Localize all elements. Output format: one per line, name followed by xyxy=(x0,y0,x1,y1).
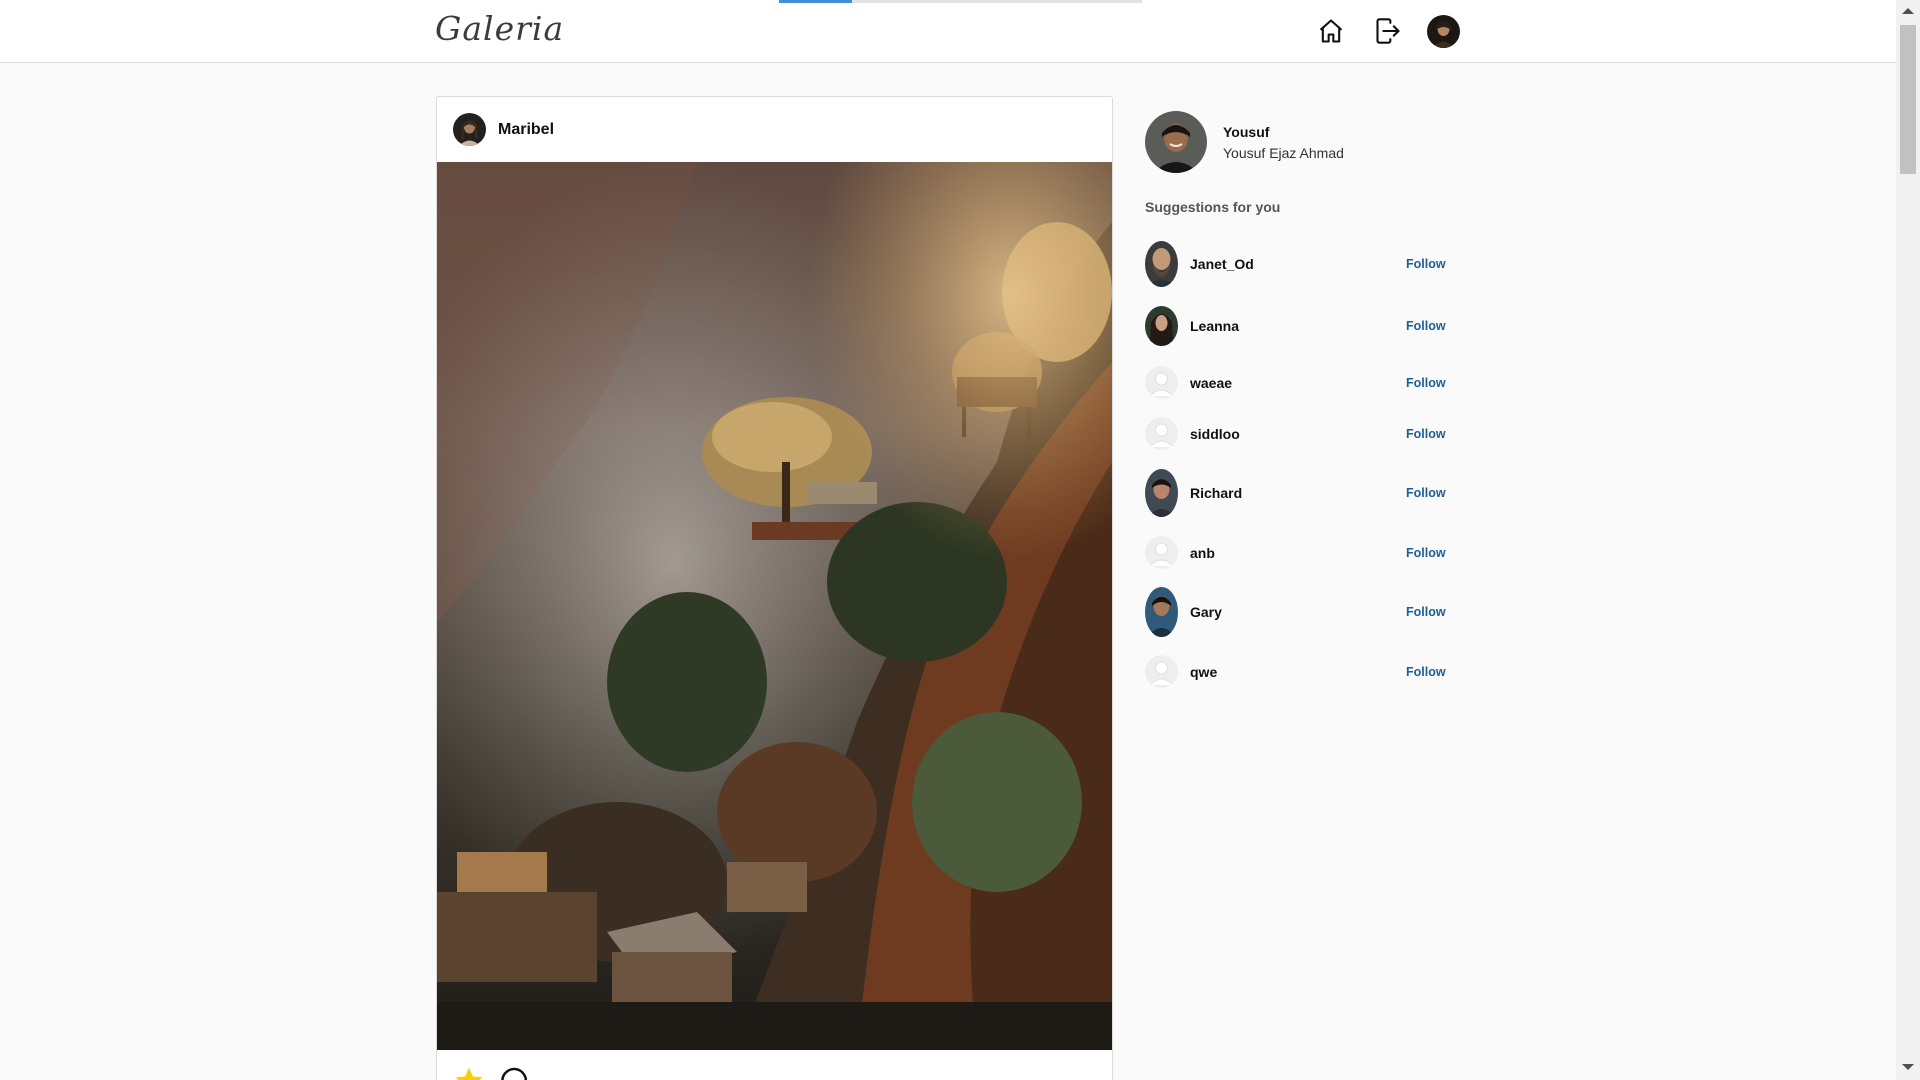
loading-progress-fill xyxy=(779,0,852,3)
post-card: Maribel xyxy=(436,96,1113,1080)
home-icon[interactable] xyxy=(1315,15,1347,47)
suggestion-username[interactable]: qwe xyxy=(1190,664,1217,680)
scroll-up-arrow-icon[interactable] xyxy=(1902,8,1914,14)
suggestion-avatar[interactable] xyxy=(1145,306,1178,346)
suggestion-row: Janet_Od Follow xyxy=(1145,241,1446,287)
post-header: Maribel xyxy=(437,97,1112,162)
scrollbar-thumb[interactable] xyxy=(1900,25,1916,174)
suggestion-username[interactable]: anb xyxy=(1190,545,1215,561)
follow-button[interactable]: Follow xyxy=(1406,486,1446,500)
default-avatar-icon[interactable] xyxy=(1145,655,1178,688)
star-icon[interactable] xyxy=(453,1065,485,1080)
suggestion-username[interactable]: siddloo xyxy=(1190,426,1240,442)
user-avatar[interactable] xyxy=(1427,15,1460,48)
follow-button[interactable]: Follow xyxy=(1406,546,1446,560)
post-actions xyxy=(453,1065,531,1080)
post-author-name[interactable]: Maribel xyxy=(498,121,554,139)
suggestion-username[interactable]: waeae xyxy=(1190,375,1232,391)
suggestion-avatar[interactable] xyxy=(1145,587,1178,637)
suggestion-avatar[interactable] xyxy=(1145,469,1178,517)
suggestions-heading: Suggestions for you xyxy=(1145,199,1281,215)
post-author-avatar[interactable] xyxy=(453,113,486,146)
suggestion-row: Leanna Follow xyxy=(1145,306,1446,346)
current-user-card: Yousuf Yousuf Ejaz Ahmad xyxy=(1145,111,1344,173)
suggestion-avatar[interactable] xyxy=(1145,241,1178,287)
loading-progress-bar xyxy=(779,0,1142,3)
top-navbar: Galeria xyxy=(0,0,1896,63)
default-avatar-icon[interactable] xyxy=(1145,536,1178,569)
default-avatar-icon[interactable] xyxy=(1145,366,1178,399)
follow-button[interactable]: Follow xyxy=(1406,319,1446,333)
current-user-fullname: Yousuf Ejaz Ahmad xyxy=(1223,144,1344,161)
suggestion-row: waeae Follow xyxy=(1145,366,1446,399)
suggestion-username[interactable]: Gary xyxy=(1190,604,1222,620)
suggestion-username[interactable]: Richard xyxy=(1190,485,1242,501)
suggestion-username[interactable]: Janet_Od xyxy=(1190,256,1254,272)
follow-button[interactable]: Follow xyxy=(1406,605,1446,619)
follow-button[interactable]: Follow xyxy=(1406,427,1446,441)
suggestion-row: anb Follow xyxy=(1145,536,1446,569)
post-image[interactable] xyxy=(437,162,1112,1050)
default-avatar-icon[interactable] xyxy=(1145,417,1178,450)
comment-icon[interactable] xyxy=(499,1065,531,1080)
suggestion-row: Richard Follow xyxy=(1145,469,1446,517)
suggestion-row: qwe Follow xyxy=(1145,655,1446,688)
suggestion-row: siddloo Follow xyxy=(1145,417,1446,450)
follow-button[interactable]: Follow xyxy=(1406,665,1446,679)
current-user-avatar[interactable] xyxy=(1145,111,1207,173)
follow-button[interactable]: Follow xyxy=(1406,257,1446,271)
suggestion-username[interactable]: Leanna xyxy=(1190,318,1239,334)
logout-icon[interactable] xyxy=(1372,15,1404,47)
app-logo[interactable]: Galeria xyxy=(435,9,564,48)
follow-button[interactable]: Follow xyxy=(1406,376,1446,390)
current-user-username[interactable]: Yousuf xyxy=(1223,124,1344,140)
suggestion-row: Gary Follow xyxy=(1145,587,1446,637)
page-scrollbar[interactable] xyxy=(1896,0,1920,1080)
scroll-down-arrow-icon[interactable] xyxy=(1902,1064,1914,1070)
